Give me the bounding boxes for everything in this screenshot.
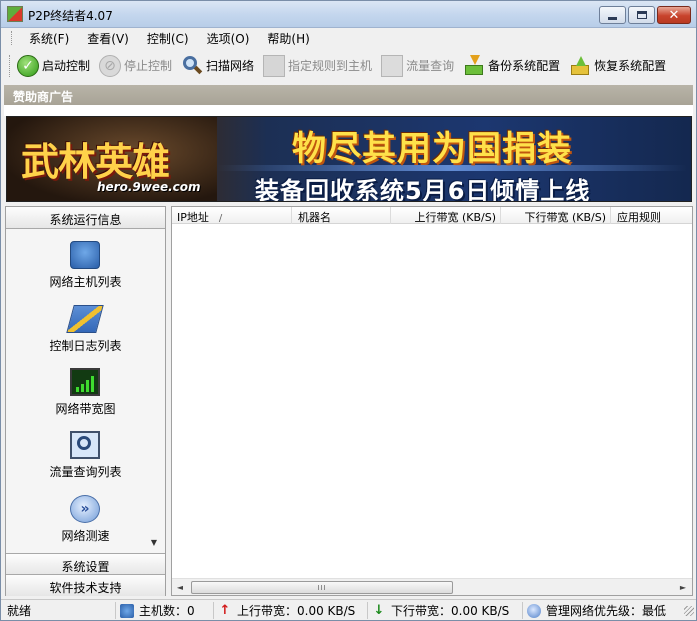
status-upload: ↑ 上行带宽：0.00 KB/S [213, 602, 366, 619]
assign-rule-label: 指定规则到主机 [288, 59, 373, 73]
sort-indicator-icon: / [218, 213, 223, 224]
main-window: P2P终结者4.07 ✕ 系统(F) 查看(V) 控制(C) 选项(O) 帮助(… [0, 0, 697, 621]
horizontal-scrollbar[interactable]: ◄ III ► [172, 578, 692, 595]
status-download: ↓ 下行带宽：0.00 KB/S [367, 602, 521, 619]
nav-speed-test[interactable]: » 网络测速 [6, 489, 165, 549]
left-panel-content: 网络主机列表 控制日志列表 网络带宽图 流量查询列表 » 网络测速 ▼ [6, 229, 165, 553]
scroll-left-icon[interactable]: ◄ [173, 581, 187, 594]
close-button[interactable]: ✕ [657, 6, 691, 24]
nav-host-list-label: 网络主机列表 [49, 275, 122, 289]
nav-control-log[interactable]: 控制日志列表 [6, 299, 165, 359]
restore-icon [569, 55, 591, 77]
backup-config-button[interactable]: 备份系统配置 [461, 52, 564, 80]
status-host-count-text: 主机数：0 [139, 604, 195, 618]
start-control-button[interactable]: ✓ 启动控制 [15, 52, 94, 80]
flow-query-icon [381, 54, 404, 77]
column-applied-rule[interactable]: 应用规则 [611, 207, 692, 224]
restore-config-label: 恢复系统配置 [594, 59, 667, 73]
status-upload-text: 上行带宽：0.00 KB/S [237, 604, 356, 618]
scroll-thumb[interactable]: III [191, 581, 453, 594]
left-panel: 系统运行信息 网络主机列表 控制日志列表 网络带宽图 流量查询列表 » 网络测速… [5, 206, 166, 596]
backup-icon [463, 54, 485, 77]
speed-test-icon: » [70, 495, 100, 523]
column-ip[interactable]: IP地址 / [172, 207, 292, 224]
menu-options[interactable]: 选项(O) [198, 30, 259, 47]
maximize-icon [636, 11, 647, 19]
nav-speed-test-label: 网络测速 [61, 529, 110, 543]
menu-view[interactable]: 查看(V) [78, 30, 138, 47]
sponsor-header: 赞助商广告 [4, 85, 693, 105]
sponsor-spacer [4, 105, 693, 116]
menu-system[interactable]: 系统(F) [20, 30, 78, 47]
menu-help[interactable]: 帮助(H) [258, 30, 318, 47]
check-icon: ✓ [17, 54, 39, 77]
column-upload-bandwidth[interactable]: 上行带宽 (KB/S) [391, 207, 501, 224]
host-icon [120, 603, 134, 618]
column-download-bandwidth[interactable]: 下行带宽 (KB/S) [501, 207, 611, 224]
banner-brand: 武林英雄 [21, 139, 170, 184]
scan-network-label: 扫描网络 [206, 59, 255, 73]
tech-support-tab[interactable]: 软件技术支持 [6, 574, 165, 596]
restore-config-button[interactable]: 恢复系统配置 [567, 52, 670, 80]
search-icon [181, 55, 203, 77]
flow-query-label: 流量查询 [406, 59, 455, 73]
menu-bar: 系统(F) 查看(V) 控制(C) 选项(O) 帮助(H) [1, 28, 696, 48]
nav-flow-query-list-label: 流量查询列表 [49, 465, 122, 479]
nav-control-log-label: 控制日志列表 [49, 339, 122, 353]
bandwidth-chart-icon [70, 368, 100, 396]
network-priority-icon [527, 603, 541, 618]
menu-control[interactable]: 控制(C) [138, 30, 198, 47]
rule-icon [263, 54, 286, 77]
minimize-button[interactable] [599, 6, 626, 24]
start-control-label: 启动控制 [42, 59, 91, 73]
system-info-header[interactable]: 系统运行信息 [6, 207, 165, 229]
system-settings-tab[interactable]: 系统设置 [6, 553, 165, 575]
column-ip-label: IP地址 [177, 211, 209, 224]
upload-arrow-icon: ↑ [219, 602, 231, 618]
toolbar: ✓ 启动控制 ⊘ 停止控制 扫描网络 指定规则到主机 流量查询 备份系统配置 恢… [1, 49, 696, 82]
chevron-down-icon[interactable]: ▼ [146, 533, 162, 551]
host-list-view[interactable]: IP地址 / 机器名 上行带宽 (KB/S) 下行带宽 (KB/S) 应用规则 ◄… [171, 206, 693, 596]
scroll-right-icon[interactable]: ► [676, 581, 690, 594]
status-priority: 管理网络优先级：最低 [522, 602, 682, 619]
title-bar[interactable]: P2P终结者4.07 ✕ [1, 1, 696, 28]
status-host-count: 主机数：0 [115, 602, 212, 619]
stop-control-button[interactable]: ⊘ 停止控制 [97, 52, 176, 80]
nav-bandwidth-chart[interactable]: 网络带宽图 [6, 362, 165, 422]
log-pen-icon [66, 305, 104, 333]
backup-config-label: 备份系统配置 [488, 59, 561, 73]
maximize-button[interactable] [628, 6, 655, 24]
banner-url: hero.9wee.com [97, 180, 201, 194]
stop-control-label: 停止控制 [124, 59, 173, 73]
resize-grip-icon[interactable] [684, 606, 694, 616]
status-priority-text: 管理网络优先级：最低 [546, 604, 667, 618]
banner-slogan-2: 装备回收系统5月6日倾情上线 [255, 177, 591, 202]
download-arrow-icon: ↓ [373, 602, 385, 618]
column-machine-name[interactable]: 机器名 [292, 207, 391, 224]
list-header: IP地址 / 机器名 上行带宽 (KB/S) 下行带宽 (KB/S) 应用规则 [172, 207, 692, 224]
nav-host-list[interactable]: 网络主机列表 [6, 235, 165, 295]
close-icon: ✕ [668, 7, 680, 23]
minimize-icon [608, 16, 617, 20]
status-download-text: 下行带宽：0.00 KB/S [391, 604, 510, 618]
menubar-grip[interactable] [11, 31, 14, 45]
assign-rule-button[interactable]: 指定规则到主机 [261, 52, 376, 80]
nav-flow-query-list[interactable]: 流量查询列表 [6, 425, 165, 485]
status-ready: 就绪 [7, 604, 32, 618]
stop-icon: ⊘ [99, 54, 122, 77]
status-bar: 就绪 主机数：0 ↑ 上行带宽：0.00 KB/S ↓ 下行带宽：0.00 KB… [1, 599, 696, 620]
scan-network-button[interactable]: 扫描网络 [179, 52, 258, 80]
flow-query-button[interactable]: 流量查询 [379, 52, 458, 80]
nav-bandwidth-chart-label: 网络带宽图 [55, 402, 116, 416]
list-body[interactable] [172, 224, 692, 578]
banner-slogan-1: 物尽其用为国捐装 [292, 129, 572, 169]
computer-host-icon [70, 241, 100, 269]
app-icon[interactable] [7, 6, 23, 22]
sponsor-banner[interactable]: 武林英雄 hero.9wee.com 物尽其用为国捐装 装备回收系统5月6日倾情… [6, 116, 692, 202]
toolbar-grip[interactable] [9, 54, 12, 77]
window-title: P2P终结者4.07 [28, 9, 113, 23]
magnifier-icon [70, 431, 100, 459]
